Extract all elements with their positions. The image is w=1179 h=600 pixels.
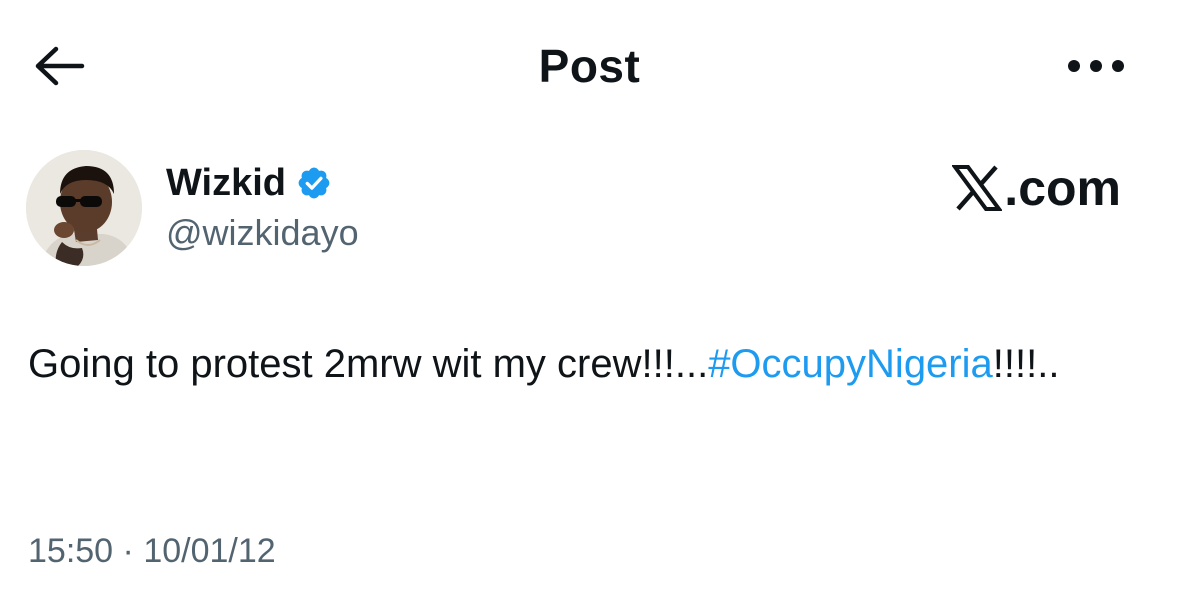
timestamp-separator: ·: [122, 532, 134, 570]
post-text-start: Going to protest 2mrw wit my crew!!!...: [28, 342, 709, 386]
more-horizontal-icon: [1066, 58, 1126, 79]
hashtag-link[interactable]: #OccupyNigeria: [708, 342, 993, 386]
x-logo-icon: [951, 165, 1004, 211]
verified-badge-icon: [296, 165, 332, 201]
author-name-row: Wizkid: [166, 160, 332, 206]
post-date: 10/01/12: [143, 532, 276, 570]
avatar[interactable]: [26, 150, 142, 266]
post-time: 15:50: [28, 532, 114, 570]
post-text-end: !!!!..: [992, 342, 1060, 386]
page-title: Post: [538, 40, 641, 92]
avatar-image: [26, 150, 142, 266]
more-options-button[interactable]: [1060, 44, 1132, 92]
post-timestamp[interactable]: 15:50 · 10/01/12: [28, 528, 276, 574]
post-text: Going to protest 2mrw wit my crew!!!...#…: [28, 332, 1128, 396]
watermark-text: .com: [1004, 160, 1121, 216]
x-com-watermark: .com: [951, 160, 1121, 216]
user-handle[interactable]: @wizkidayo: [166, 210, 359, 256]
display-name[interactable]: Wizkid: [166, 160, 286, 206]
